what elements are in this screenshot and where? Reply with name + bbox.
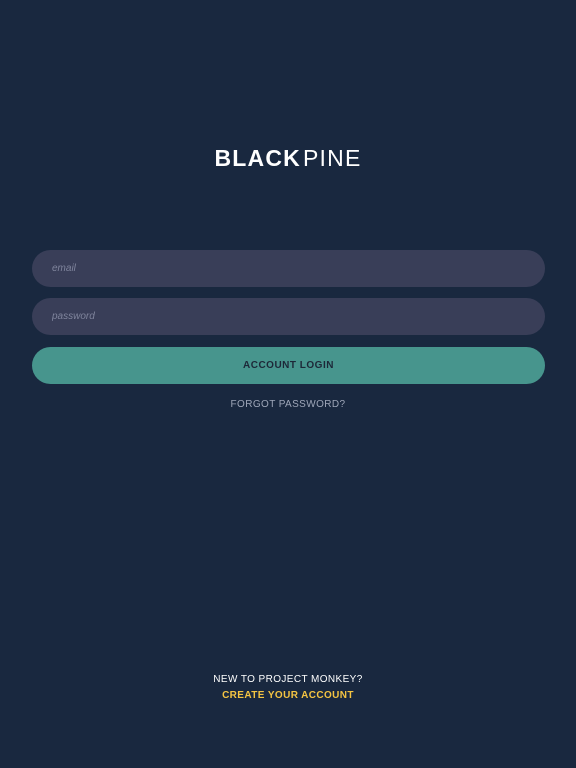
forgot-password-link[interactable]: FORGOT PASSWORD? [0, 398, 576, 412]
password-field-container [32, 298, 545, 335]
brand-light-text: PINE [303, 145, 362, 171]
account-login-button[interactable]: ACCOUNT LOGIN [32, 347, 545, 384]
login-screen: BLACKPINE ACCOUNT LOGIN FORGOT PASSWORD?… [0, 0, 576, 768]
brand-strong-text: BLACK [214, 145, 301, 171]
signup-prompt: NEW TO PROJECT MONKEY? [213, 674, 363, 685]
create-account-link[interactable]: CREATE YOUR ACCOUNT [0, 689, 576, 703]
password-input[interactable] [32, 298, 545, 335]
email-field-container [32, 250, 545, 287]
email-input[interactable] [32, 250, 545, 287]
brand-logo: BLACKPINE [0, 140, 576, 176]
